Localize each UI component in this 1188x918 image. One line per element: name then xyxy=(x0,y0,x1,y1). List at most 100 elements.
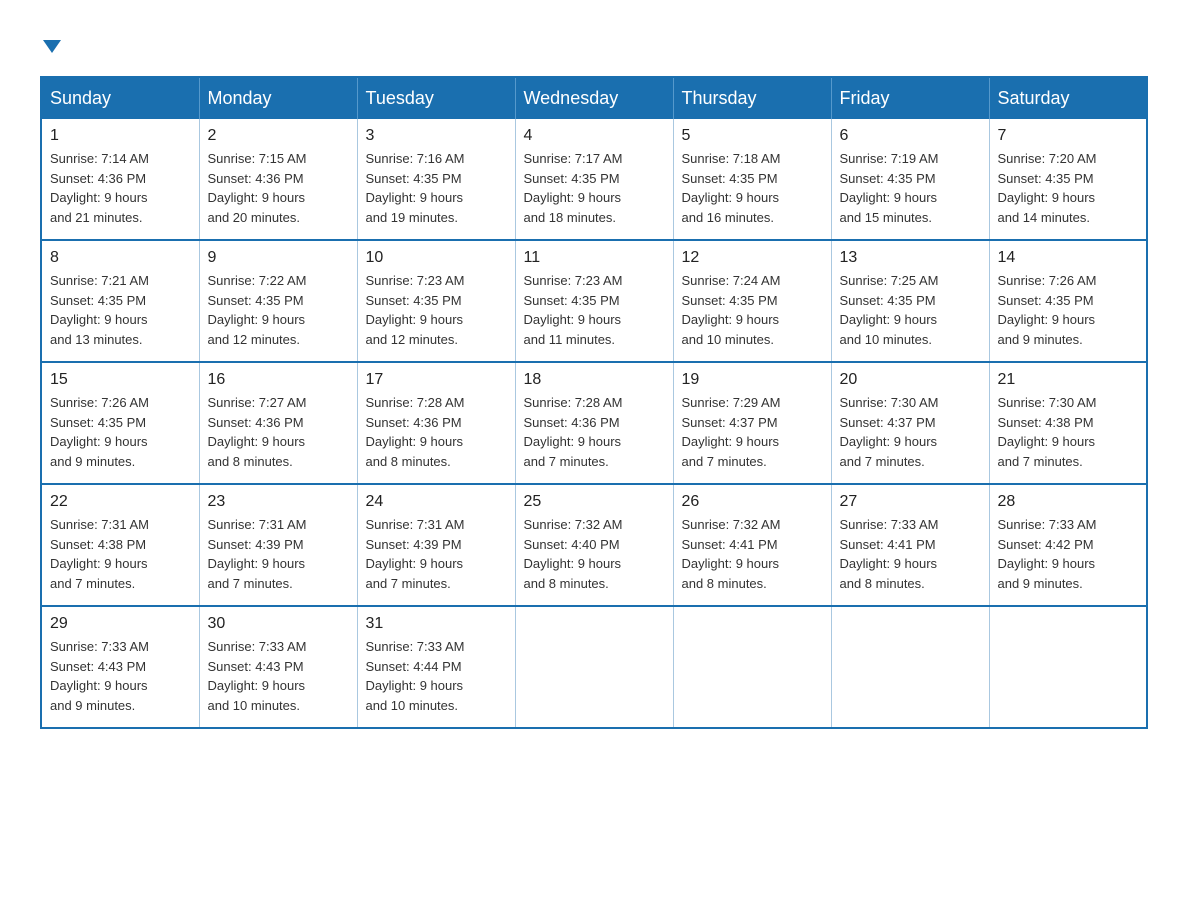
day-info: Sunrise: 7:18 AMSunset: 4:35 PMDaylight:… xyxy=(682,149,823,227)
calendar-cell: 15 Sunrise: 7:26 AMSunset: 4:35 PMDayligh… xyxy=(41,362,199,484)
day-number: 16 xyxy=(208,371,349,389)
calendar-cell: 17 Sunrise: 7:28 AMSunset: 4:36 PMDayligh… xyxy=(357,362,515,484)
day-number: 4 xyxy=(524,127,665,145)
day-number: 28 xyxy=(998,493,1139,511)
day-number: 25 xyxy=(524,493,665,511)
calendar-cell: 28Sunrise: 7:33 AMSunset: 4:42 PMDayligh… xyxy=(989,484,1147,606)
day-number: 15 xyxy=(50,371,191,389)
weekday-header-thursday: Thursday xyxy=(673,77,831,119)
calendar-cell: 3 Sunrise: 7:16 AMSunset: 4:35 PMDaylight… xyxy=(357,119,515,240)
weekday-header-tuesday: Tuesday xyxy=(357,77,515,119)
day-info: Sunrise: 7:19 AMSunset: 4:35 PMDaylight:… xyxy=(840,149,981,227)
calendar-cell: 6Sunrise: 7:19 AMSunset: 4:35 PMDaylight… xyxy=(831,119,989,240)
day-info: Sunrise: 7:31 AMSunset: 4:39 PMDaylight:… xyxy=(366,515,507,593)
day-number: 29 xyxy=(50,615,191,633)
calendar-cell: 18Sunrise: 7:28 AMSunset: 4:36 PMDayligh… xyxy=(515,362,673,484)
day-info: Sunrise: 7:33 AMSunset: 4:41 PMDaylight:… xyxy=(840,515,981,593)
day-info: Sunrise: 7:30 AMSunset: 4:37 PMDaylight:… xyxy=(840,393,981,471)
day-number: 7 xyxy=(998,127,1139,145)
calendar-cell: 5 Sunrise: 7:18 AMSunset: 4:35 PMDaylight… xyxy=(673,119,831,240)
calendar-cell: 22 Sunrise: 7:31 AMSunset: 4:38 PMDayligh… xyxy=(41,484,199,606)
weekday-header-sunday: Sunday xyxy=(41,77,199,119)
day-info: Sunrise: 7:24 AMSunset: 4:35 PMDaylight:… xyxy=(682,271,823,349)
calendar-cell: 20 Sunrise: 7:30 AMSunset: 4:37 PMDayligh… xyxy=(831,362,989,484)
day-info: Sunrise: 7:32 AMSunset: 4:41 PMDaylight:… xyxy=(682,515,823,593)
weekday-header-row: SundayMondayTuesdayWednesdayThursdayFrid… xyxy=(41,77,1147,119)
calendar-week-row: 29 Sunrise: 7:33 AMSunset: 4:43 PMDayligh… xyxy=(41,606,1147,728)
calendar-cell: 4 Sunrise: 7:17 AMSunset: 4:35 PMDaylight… xyxy=(515,119,673,240)
weekday-header-saturday: Saturday xyxy=(989,77,1147,119)
calendar-cell: 11 Sunrise: 7:23 AMSunset: 4:35 PMDayligh… xyxy=(515,240,673,362)
day-info: Sunrise: 7:15 AMSunset: 4:36 PMDaylight:… xyxy=(208,149,349,227)
calendar-cell: 2 Sunrise: 7:15 AMSunset: 4:36 PMDaylight… xyxy=(199,119,357,240)
day-number: 9 xyxy=(208,249,349,267)
calendar-week-row: 22 Sunrise: 7:31 AMSunset: 4:38 PMDayligh… xyxy=(41,484,1147,606)
calendar-cell: 7 Sunrise: 7:20 AMSunset: 4:35 PMDaylight… xyxy=(989,119,1147,240)
day-info: Sunrise: 7:33 AMSunset: 4:44 PMDaylight:… xyxy=(366,637,507,715)
day-number: 5 xyxy=(682,127,823,145)
day-info: Sunrise: 7:30 AMSunset: 4:38 PMDaylight:… xyxy=(998,393,1139,471)
day-info: Sunrise: 7:23 AMSunset: 4:35 PMDaylight:… xyxy=(524,271,665,349)
weekday-header-monday: Monday xyxy=(199,77,357,119)
day-info: Sunrise: 7:21 AMSunset: 4:35 PMDaylight:… xyxy=(50,271,191,349)
calendar-week-row: 1 Sunrise: 7:14 AMSunset: 4:36 PMDaylight… xyxy=(41,119,1147,240)
day-number: 23 xyxy=(208,493,349,511)
day-info: Sunrise: 7:20 AMSunset: 4:35 PMDaylight:… xyxy=(998,149,1139,227)
calendar-header: SundayMondayTuesdayWednesdayThursdayFrid… xyxy=(41,77,1147,119)
calendar-week-row: 8 Sunrise: 7:21 AMSunset: 4:35 PMDaylight… xyxy=(41,240,1147,362)
day-info: Sunrise: 7:26 AMSunset: 4:35 PMDaylight:… xyxy=(50,393,191,471)
day-number: 22 xyxy=(50,493,191,511)
day-number: 3 xyxy=(366,127,507,145)
day-number: 1 xyxy=(50,127,191,145)
day-info: Sunrise: 7:32 AMSunset: 4:40 PMDaylight:… xyxy=(524,515,665,593)
calendar-cell: 26 Sunrise: 7:32 AMSunset: 4:41 PMDayligh… xyxy=(673,484,831,606)
day-info: Sunrise: 7:14 AMSunset: 4:36 PMDaylight:… xyxy=(50,149,191,227)
day-number: 14 xyxy=(998,249,1139,267)
day-info: Sunrise: 7:31 AMSunset: 4:39 PMDaylight:… xyxy=(208,515,349,593)
day-info: Sunrise: 7:22 AMSunset: 4:35 PMDaylight:… xyxy=(208,271,349,349)
day-number: 20 xyxy=(840,371,981,389)
day-number: 8 xyxy=(50,249,191,267)
calendar-cell: 31 Sunrise: 7:33 AMSunset: 4:44 PMDayligh… xyxy=(357,606,515,728)
calendar-cell xyxy=(515,606,673,728)
calendar-cell: 1 Sunrise: 7:14 AMSunset: 4:36 PMDaylight… xyxy=(41,119,199,240)
calendar-cell: 24Sunrise: 7:31 AMSunset: 4:39 PMDayligh… xyxy=(357,484,515,606)
calendar-cell: 19Sunrise: 7:29 AMSunset: 4:37 PMDayligh… xyxy=(673,362,831,484)
day-number: 11 xyxy=(524,249,665,267)
day-number: 26 xyxy=(682,493,823,511)
calendar-cell: 27 Sunrise: 7:33 AMSunset: 4:41 PMDayligh… xyxy=(831,484,989,606)
day-info: Sunrise: 7:28 AMSunset: 4:36 PMDaylight:… xyxy=(524,393,665,471)
calendar-cell: 21 Sunrise: 7:30 AMSunset: 4:38 PMDayligh… xyxy=(989,362,1147,484)
day-info: Sunrise: 7:17 AMSunset: 4:35 PMDaylight:… xyxy=(524,149,665,227)
weekday-header-wednesday: Wednesday xyxy=(515,77,673,119)
calendar-cell: 12Sunrise: 7:24 AMSunset: 4:35 PMDayligh… xyxy=(673,240,831,362)
day-info: Sunrise: 7:33 AMSunset: 4:43 PMDaylight:… xyxy=(50,637,191,715)
calendar-table: SundayMondayTuesdayWednesdayThursdayFrid… xyxy=(40,76,1148,729)
calendar-cell xyxy=(831,606,989,728)
day-info: Sunrise: 7:23 AMSunset: 4:35 PMDaylight:… xyxy=(366,271,507,349)
calendar-cell: 29 Sunrise: 7:33 AMSunset: 4:43 PMDayligh… xyxy=(41,606,199,728)
day-number: 2 xyxy=(208,127,349,145)
calendar-body: 1 Sunrise: 7:14 AMSunset: 4:36 PMDaylight… xyxy=(41,119,1147,728)
day-number: 27 xyxy=(840,493,981,511)
calendar-cell: 8 Sunrise: 7:21 AMSunset: 4:35 PMDaylight… xyxy=(41,240,199,362)
logo-top xyxy=(40,30,61,58)
day-info: Sunrise: 7:31 AMSunset: 4:38 PMDaylight:… xyxy=(50,515,191,593)
day-number: 10 xyxy=(366,249,507,267)
day-number: 21 xyxy=(998,371,1139,389)
day-number: 30 xyxy=(208,615,349,633)
day-number: 31 xyxy=(366,615,507,633)
calendar-cell: 14 Sunrise: 7:26 AMSunset: 4:35 PMDayligh… xyxy=(989,240,1147,362)
day-info: Sunrise: 7:29 AMSunset: 4:37 PMDaylight:… xyxy=(682,393,823,471)
calendar-cell: 16 Sunrise: 7:27 AMSunset: 4:36 PMDayligh… xyxy=(199,362,357,484)
day-info: Sunrise: 7:28 AMSunset: 4:36 PMDaylight:… xyxy=(366,393,507,471)
calendar-cell xyxy=(673,606,831,728)
calendar-cell: 23 Sunrise: 7:31 AMSunset: 4:39 PMDayligh… xyxy=(199,484,357,606)
day-info: Sunrise: 7:16 AMSunset: 4:35 PMDaylight:… xyxy=(366,149,507,227)
day-info: Sunrise: 7:26 AMSunset: 4:35 PMDaylight:… xyxy=(998,271,1139,349)
day-number: 13 xyxy=(840,249,981,267)
day-info: Sunrise: 7:27 AMSunset: 4:36 PMDaylight:… xyxy=(208,393,349,471)
day-number: 17 xyxy=(366,371,507,389)
calendar-cell: 9 Sunrise: 7:22 AMSunset: 4:35 PMDaylight… xyxy=(199,240,357,362)
calendar-cell: 13Sunrise: 7:25 AMSunset: 4:35 PMDayligh… xyxy=(831,240,989,362)
